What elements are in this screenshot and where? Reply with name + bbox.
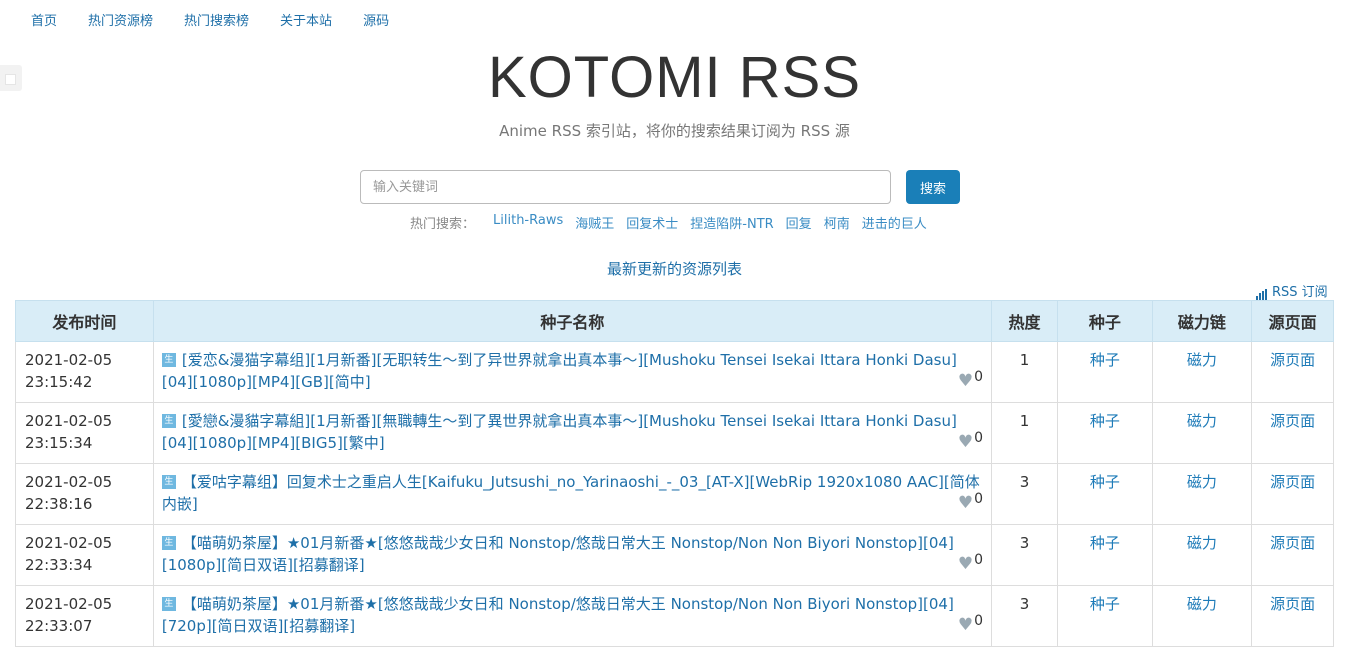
resource-table: 发布时间 种子名称 热度 种子 磁力链 源页面 2021-02-05 23:15:… bbox=[15, 300, 1334, 647]
heart-icon: ♥ bbox=[957, 615, 974, 635]
torrent-link[interactable]: 种子 bbox=[1090, 534, 1120, 552]
hot-term-link[interactable]: 回复 bbox=[786, 213, 812, 232]
favorite-button[interactable]: ♥ 0 bbox=[957, 549, 984, 574]
table-row: 2021-02-05 22:33:34 生【喵萌奶茶屋】★01月新番★[悠悠哉哉少… bbox=[15, 524, 1334, 586]
hot-term-link[interactable]: 柯南 bbox=[824, 213, 850, 232]
torrent-title-link[interactable]: 【喵萌奶茶屋】★01月新番★[悠悠哉哉少女日和 Nonstop/悠哉日常大王 N… bbox=[162, 534, 954, 574]
table-row: 2021-02-05 23:15:34 生 [愛戀&漫貓字幕組][1月新番][無職轉… bbox=[15, 402, 1334, 464]
category-tag-icon: 生 bbox=[161, 475, 176, 489]
category-tag-icon: 生 bbox=[161, 414, 176, 428]
header-source-page: 源页面 bbox=[1251, 300, 1334, 342]
row-time: 22:33:34 bbox=[25, 556, 93, 574]
favorite-button[interactable]: ♥ 0 bbox=[957, 488, 984, 513]
hot-term-link[interactable]: 海贼王 bbox=[575, 213, 614, 232]
source-page-link[interactable]: 源页面 bbox=[1270, 412, 1315, 430]
heat-value: 3 bbox=[1019, 473, 1030, 491]
table-row: 2021-02-05 22:33:07 生【喵萌奶茶屋】★01月新番★[悠悠哉哉少… bbox=[15, 585, 1334, 647]
category-tag-icon: 生 bbox=[161, 353, 176, 367]
torrent-title-link[interactable]: [愛戀&漫貓字幕組][1月新番][無職轉生～到了異世界就拿出真本事～][Mush… bbox=[162, 412, 957, 452]
heat-value: 1 bbox=[1019, 351, 1030, 369]
hot-term-link[interactable]: 回复术士 bbox=[626, 213, 678, 232]
nav-hot-searches[interactable]: 热门搜索榜 bbox=[184, 10, 249, 29]
category-tag-icon: 生 bbox=[161, 536, 176, 550]
table-row: 2021-02-05 22:38:16 生【爱咕字幕组】回复术士之重启人生[Kai… bbox=[15, 463, 1334, 525]
torrent-title-link[interactable]: [爱恋&漫猫字幕组][1月新番][无职转生～到了异世界就拿出真本事～][Mush… bbox=[162, 351, 957, 391]
hot-searches: 热门搜索： Lilith-Raws 海贼王 回复术士 捏造陷阱-NTR 回复 柯… bbox=[410, 213, 939, 232]
header-torrent-name: 种子名称 bbox=[152, 300, 993, 342]
heat-value: 3 bbox=[1019, 595, 1030, 613]
torrent-link[interactable]: 种子 bbox=[1090, 473, 1120, 491]
heat-value: 1 bbox=[1019, 412, 1030, 430]
header-publish-time: 发布时间 bbox=[15, 300, 154, 342]
magnet-link[interactable]: 磁力 bbox=[1187, 534, 1217, 552]
category-tag-icon: 生 bbox=[161, 597, 176, 611]
torrent-link[interactable]: 种子 bbox=[1090, 351, 1120, 369]
row-time: 23:15:34 bbox=[25, 434, 93, 452]
nav-home[interactable]: 首页 bbox=[31, 10, 57, 29]
table-row: 2021-02-05 23:15:42 生 [爱恋&漫猫字幕组][1月新番][无职转… bbox=[15, 341, 1334, 403]
heat-value: 3 bbox=[1019, 534, 1030, 552]
signal-bars-icon bbox=[1256, 289, 1268, 300]
magnet-link[interactable]: 磁力 bbox=[1187, 412, 1217, 430]
favorite-button[interactable]: ♥ 0 bbox=[957, 366, 984, 391]
torrent-title-link[interactable]: 【爱咕字幕组】回复术士之重启人生[Kaifuku_Jutsushi_no_Yar… bbox=[162, 473, 980, 513]
header-magnet: 磁力链 bbox=[1151, 300, 1253, 342]
section-title: 最新更新的资源列表 bbox=[606, 260, 742, 278]
row-time: 22:38:16 bbox=[25, 495, 93, 513]
header-torrent: 种子 bbox=[1057, 300, 1153, 342]
site-subtitle: Anime RSS 索引站，将你的搜索结果订阅为 RSS 源 bbox=[499, 122, 850, 140]
favorite-count: 0 bbox=[974, 430, 984, 446]
favorite-count: 0 bbox=[974, 369, 984, 385]
search-bar: 搜索 bbox=[360, 170, 960, 204]
nav-source-code[interactable]: 源码 bbox=[363, 10, 389, 29]
torrent-link[interactable]: 种子 bbox=[1090, 595, 1120, 613]
row-date: 2021-02-05 bbox=[25, 351, 113, 369]
favorite-button[interactable]: ♥ 0 bbox=[957, 427, 984, 452]
magnet-link[interactable]: 磁力 bbox=[1187, 473, 1217, 491]
site-title: KOTOMI RSS bbox=[487, 45, 862, 110]
favorite-count: 0 bbox=[974, 552, 984, 568]
header-heat: 热度 bbox=[991, 300, 1059, 342]
magnet-link[interactable]: 磁力 bbox=[1187, 595, 1217, 613]
torrent-title-link[interactable]: 【喵萌奶茶屋】★01月新番★[悠悠哉哉少女日和 Nonstop/悠哉日常大王 N… bbox=[162, 595, 954, 635]
favorite-count: 0 bbox=[974, 613, 984, 629]
row-date: 2021-02-05 bbox=[25, 595, 113, 613]
row-time: 22:33:07 bbox=[25, 617, 93, 635]
heart-icon: ♥ bbox=[957, 371, 974, 391]
source-page-link[interactable]: 源页面 bbox=[1270, 534, 1315, 552]
source-page-link[interactable]: 源页面 bbox=[1270, 473, 1315, 491]
nav-hot-resources[interactable]: 热门资源榜 bbox=[88, 10, 153, 29]
heart-icon: ♥ bbox=[957, 432, 974, 452]
search-button[interactable]: 搜索 bbox=[906, 170, 960, 204]
nav-about[interactable]: 关于本站 bbox=[280, 10, 332, 29]
rss-subscribe-label: RSS 订阅 bbox=[1272, 285, 1328, 300]
row-date: 2021-02-05 bbox=[25, 534, 113, 552]
hot-term-link[interactable]: 进击的巨人 bbox=[862, 213, 927, 232]
hot-term-link[interactable]: Lilith-Raws bbox=[493, 213, 563, 232]
torrent-link[interactable]: 种子 bbox=[1090, 412, 1120, 430]
source-page-link[interactable]: 源页面 bbox=[1270, 351, 1315, 369]
heart-icon: ♥ bbox=[957, 554, 974, 574]
favorite-button[interactable]: ♥ 0 bbox=[957, 610, 984, 635]
row-date: 2021-02-05 bbox=[25, 412, 113, 430]
top-nav: 首页 热门资源榜 热门搜索榜 关于本站 源码 bbox=[0, 0, 389, 38]
table-header-row: 发布时间 种子名称 热度 种子 磁力链 源页面 bbox=[15, 300, 1334, 342]
row-time: 23:15:42 bbox=[25, 373, 93, 391]
source-page-link[interactable]: 源页面 bbox=[1270, 595, 1315, 613]
hot-term-link[interactable]: 捏造陷阱-NTR bbox=[690, 213, 773, 232]
row-date: 2021-02-05 bbox=[25, 473, 113, 491]
magnet-link[interactable]: 磁力 bbox=[1187, 351, 1217, 369]
search-input[interactable] bbox=[360, 170, 891, 204]
rss-subscribe-link[interactable]: RSS 订阅 bbox=[1256, 281, 1328, 300]
favorite-count: 0 bbox=[974, 491, 984, 507]
hot-searches-label: 热门搜索： bbox=[410, 217, 476, 232]
heart-icon: ♥ bbox=[957, 493, 974, 513]
